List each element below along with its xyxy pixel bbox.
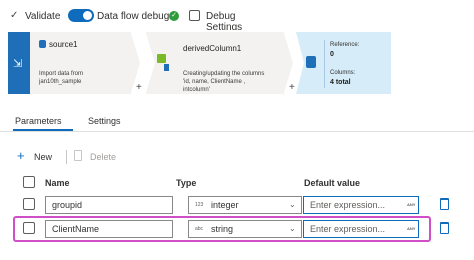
- toggle-knob: [83, 11, 92, 20]
- tab-settings[interactable]: Settings: [88, 116, 121, 126]
- derived-desc-line2: 'id, name, ClientName ,: [183, 79, 246, 85]
- header-name: Name: [45, 178, 70, 188]
- row-checkbox[interactable]: [23, 198, 35, 210]
- validate-icon: ✓: [10, 10, 19, 21]
- any-badge: ANY: [407, 226, 416, 231]
- derived-desc-line1: Creating/updating the columns: [183, 71, 265, 77]
- type-value: integer: [211, 200, 239, 210]
- source-desc-line2: jan10th_sample: [39, 79, 82, 85]
- default-value-input[interactable]: Enter expression... ANY: [303, 220, 419, 238]
- tabs-divider: [0, 131, 474, 132]
- derived-column-node[interactable]: derivedColumn1 Creating/updating the col…: [173, 32, 283, 94]
- trash-icon[interactable]: [440, 198, 449, 210]
- new-parameter-button[interactable]: + New: [17, 148, 57, 164]
- source-add-plus[interactable]: +: [136, 82, 142, 93]
- delete-label: Delete: [90, 152, 117, 162]
- derived-column-icon-sub: [164, 64, 169, 71]
- source-node-icon: ⇲: [13, 58, 23, 70]
- sink-reference-value: 0: [330, 51, 334, 58]
- sink-node[interactable]: Reference: 0 Columns: 4 total: [296, 32, 391, 94]
- debug-status-check-icon: ✓: [169, 11, 179, 21]
- type-badge: 123: [195, 202, 204, 208]
- derived-desc-line3: intcolumn': [183, 87, 210, 93]
- table-row: ClientName abc string ⌄ Enter expression…: [14, 218, 460, 240]
- sink-reference-label: Reference:: [330, 42, 360, 48]
- header-type: Type: [176, 178, 197, 188]
- delete-icon: [74, 150, 82, 161]
- sink-columns-value: 4 total: [330, 79, 351, 86]
- validate-label: Validate: [25, 11, 61, 22]
- parameter-type-select[interactable]: abc string ⌄: [188, 220, 302, 238]
- type-badge: abc: [195, 226, 204, 232]
- sink-columns-label: Columns:: [330, 70, 356, 76]
- sink-icon: [306, 56, 316, 68]
- derived-title: derivedColumn1: [183, 44, 242, 53]
- debug-settings-button[interactable]: Debug Settings: [188, 9, 270, 33]
- default-value-placeholder: Enter expression...: [310, 224, 386, 234]
- sink-divider: [324, 40, 325, 88]
- table-row: groupid 123 integer ⌄ Enter expression..…: [14, 194, 460, 216]
- dataflow-canvas: ⇲ source1 Import data from jan10th_sampl…: [0, 30, 474, 100]
- derived-column-icon: [157, 54, 166, 63]
- derived-node-notch-cut: [145, 30, 155, 96]
- sink-notch: [296, 32, 304, 94]
- delete-parameter-button[interactable]: Delete: [74, 150, 119, 164]
- source-title: source1: [49, 40, 78, 49]
- dataflow-debug-toggle[interactable]: [68, 9, 94, 22]
- dataflow-debug-label: Data flow debug: [97, 11, 170, 22]
- derived-add-plus[interactable]: +: [289, 82, 295, 93]
- source-desc-line1: Import data from: [39, 71, 84, 77]
- default-value-input[interactable]: Enter expression... ANY: [303, 196, 419, 214]
- source-node[interactable]: source1 Import data from jan10th_sample: [30, 32, 130, 94]
- parameter-type-select[interactable]: 123 integer ⌄: [188, 196, 302, 214]
- source-db-icon: [39, 40, 46, 48]
- trash-icon[interactable]: [440, 222, 449, 234]
- row-checkbox[interactable]: [23, 222, 35, 234]
- add-icon: +: [17, 148, 25, 163]
- parameter-name-input[interactable]: groupid: [45, 196, 173, 214]
- source-node-icon-strip[interactable]: ⇲: [8, 32, 30, 94]
- chevron-down-icon: ⌄: [289, 224, 296, 233]
- type-value: string: [211, 224, 234, 234]
- default-value-placeholder: Enter expression...: [310, 200, 386, 210]
- validate-button[interactable]: ✓ Validate: [8, 9, 64, 23]
- tab-parameters[interactable]: Parameters: [15, 116, 62, 126]
- header-default-value: Default value: [304, 178, 361, 188]
- debug-settings-icon: [189, 10, 200, 21]
- toolbar-separator: [66, 150, 67, 164]
- new-label: New: [34, 152, 53, 162]
- chevron-down-icon: ⌄: [289, 200, 296, 209]
- parameter-name-input[interactable]: ClientName: [45, 220, 173, 238]
- any-badge: ANY: [407, 202, 416, 207]
- select-all-checkbox[interactable]: [23, 176, 35, 188]
